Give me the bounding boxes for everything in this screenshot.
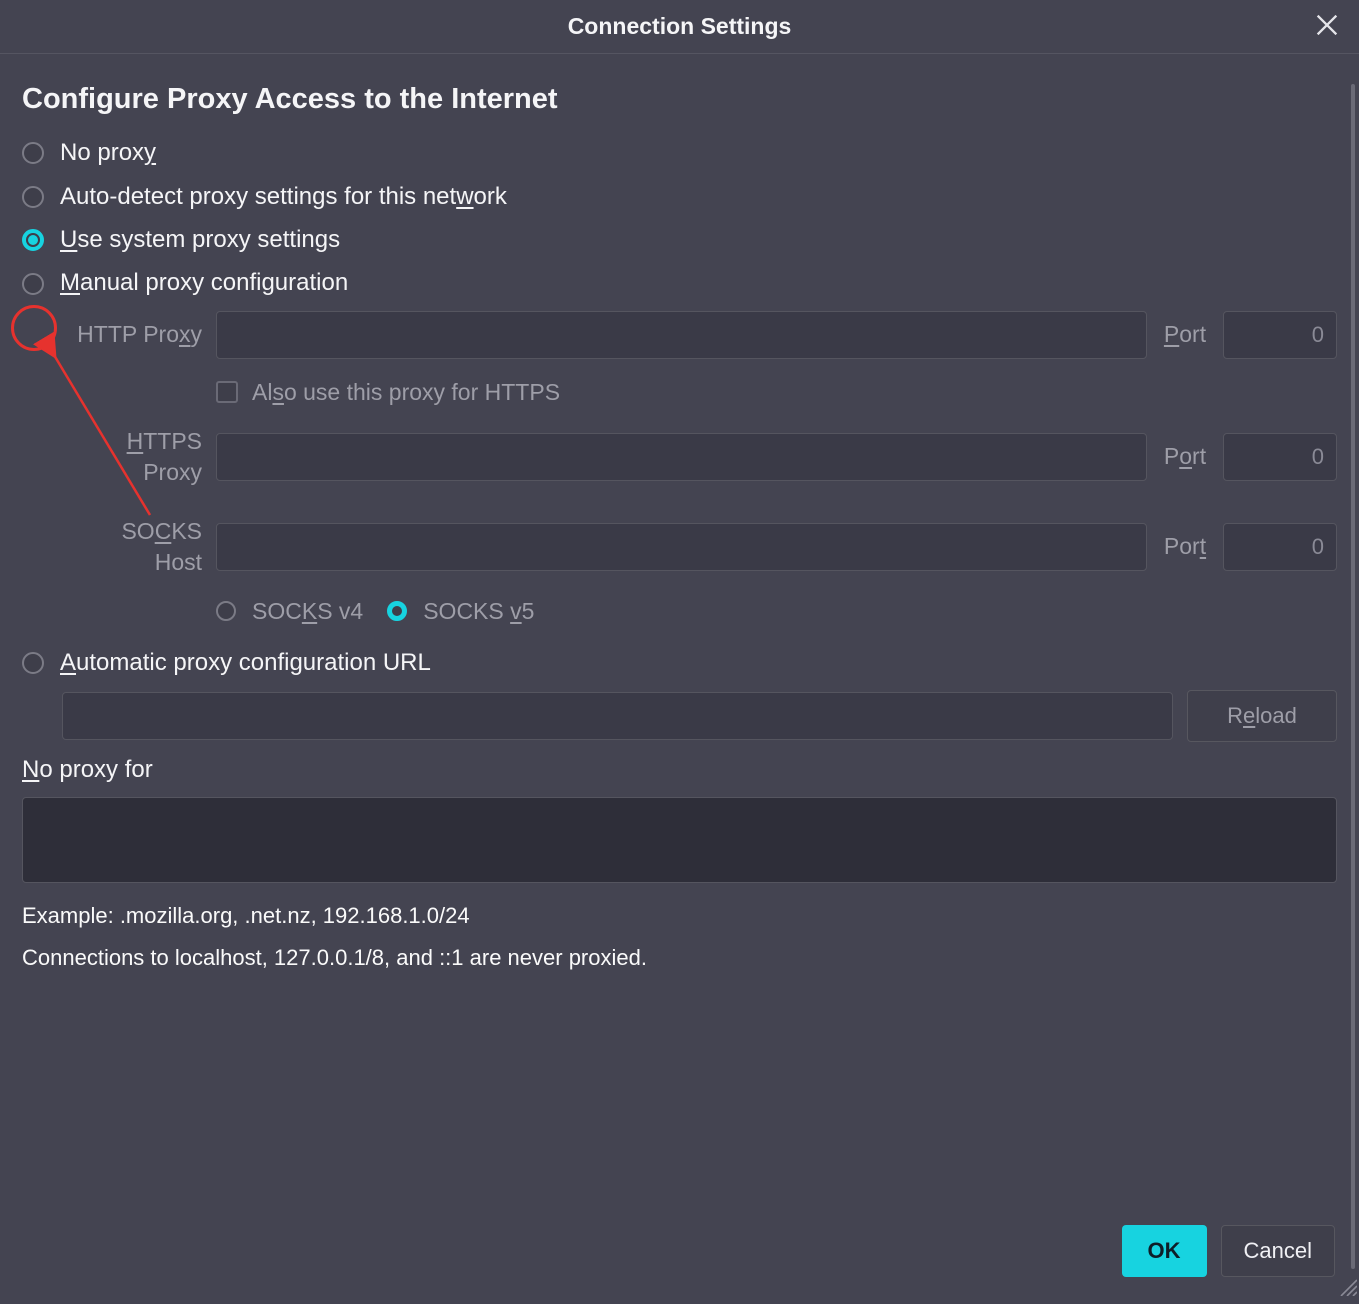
https-port-input[interactable] [1223, 433, 1337, 481]
option-label: Auto-detect proxy settings for this netw… [60, 181, 507, 213]
option-label: Use system proxy settings [60, 224, 340, 256]
option-socks-v4[interactable]: SOCKS v4 [216, 596, 363, 627]
option-label: No proxy [60, 137, 156, 169]
socks-version-row: SOCKS v4 SOCKS v5 [216, 596, 1337, 627]
option-label: Manual proxy configuration [60, 267, 348, 299]
option-label: SOCKS v4 [252, 596, 363, 627]
no-proxy-for-label: No proxy for [22, 754, 1337, 786]
ok-button[interactable]: OK [1122, 1225, 1207, 1277]
option-manual[interactable]: Manual proxy configuration [22, 267, 1337, 299]
option-label: SOCKS v5 [423, 596, 534, 627]
no-proxy-example: Example: .mozilla.org, .net.nz, 192.168.… [22, 901, 1337, 931]
auto-url-row: Reload [62, 690, 1337, 742]
https-proxy-row: HTTPS Proxy Port [68, 426, 1337, 488]
http-proxy-label: HTTP Proxy [68, 319, 208, 350]
http-proxy-row: HTTP Proxy Port [68, 311, 1337, 359]
http-port-input[interactable] [1223, 311, 1337, 359]
dialog-footer: OK Cancel [1122, 1225, 1335, 1277]
checkbox-icon [216, 381, 238, 403]
manual-proxy-block: HTTP Proxy Port Also use this proxy for … [68, 311, 1337, 627]
socks-port-input[interactable] [1223, 523, 1337, 571]
http-proxy-input[interactable] [216, 311, 1147, 359]
reload-button[interactable]: Reload [1187, 690, 1337, 742]
https-proxy-input[interactable] [216, 433, 1147, 481]
socks-host-input[interactable] [216, 523, 1147, 571]
https-port-label: Port [1155, 441, 1215, 472]
socks-host-label: SOCKS Host [68, 516, 208, 578]
radio-icon [22, 229, 44, 251]
https-proxy-label: HTTPS Proxy [68, 426, 208, 488]
socks-host-row: SOCKS Host Port [68, 516, 1337, 578]
option-label: Automatic proxy configuration URL [60, 647, 431, 679]
resize-grip-icon[interactable] [1337, 1273, 1357, 1293]
option-auto-url[interactable]: Automatic proxy configuration URL [22, 647, 1337, 679]
option-socks-v5[interactable]: SOCKS v5 [387, 596, 534, 627]
close-icon[interactable] [1313, 11, 1341, 39]
socks-port-label: Port [1155, 531, 1215, 562]
dialog-title: Connection Settings [568, 11, 792, 42]
auto-url-input[interactable] [62, 692, 1173, 740]
cancel-button[interactable]: Cancel [1221, 1225, 1335, 1277]
radio-icon [22, 186, 44, 208]
option-auto-detect[interactable]: Auto-detect proxy settings for this netw… [22, 181, 1337, 213]
localhost-note: Connections to localhost, 127.0.0.1/8, a… [22, 943, 1337, 973]
titlebar: Connection Settings [0, 0, 1359, 54]
dialog-body: Configure Proxy Access to the Internet N… [0, 54, 1359, 1295]
no-proxy-for-textarea[interactable] [22, 797, 1337, 883]
radio-icon [22, 142, 44, 164]
radio-icon [216, 601, 236, 621]
section-heading: Configure Proxy Access to the Internet [22, 80, 1337, 119]
radio-icon [22, 652, 44, 674]
option-no-proxy[interactable]: No proxy [22, 137, 1337, 169]
radio-icon [22, 273, 44, 295]
radio-icon [387, 601, 407, 621]
checkbox-label: Also use this proxy for HTTPS [252, 377, 560, 408]
option-use-system[interactable]: Use system proxy settings [22, 224, 1337, 256]
http-port-label: Port [1155, 319, 1215, 350]
also-use-https-checkbox[interactable]: Also use this proxy for HTTPS [216, 377, 1337, 408]
